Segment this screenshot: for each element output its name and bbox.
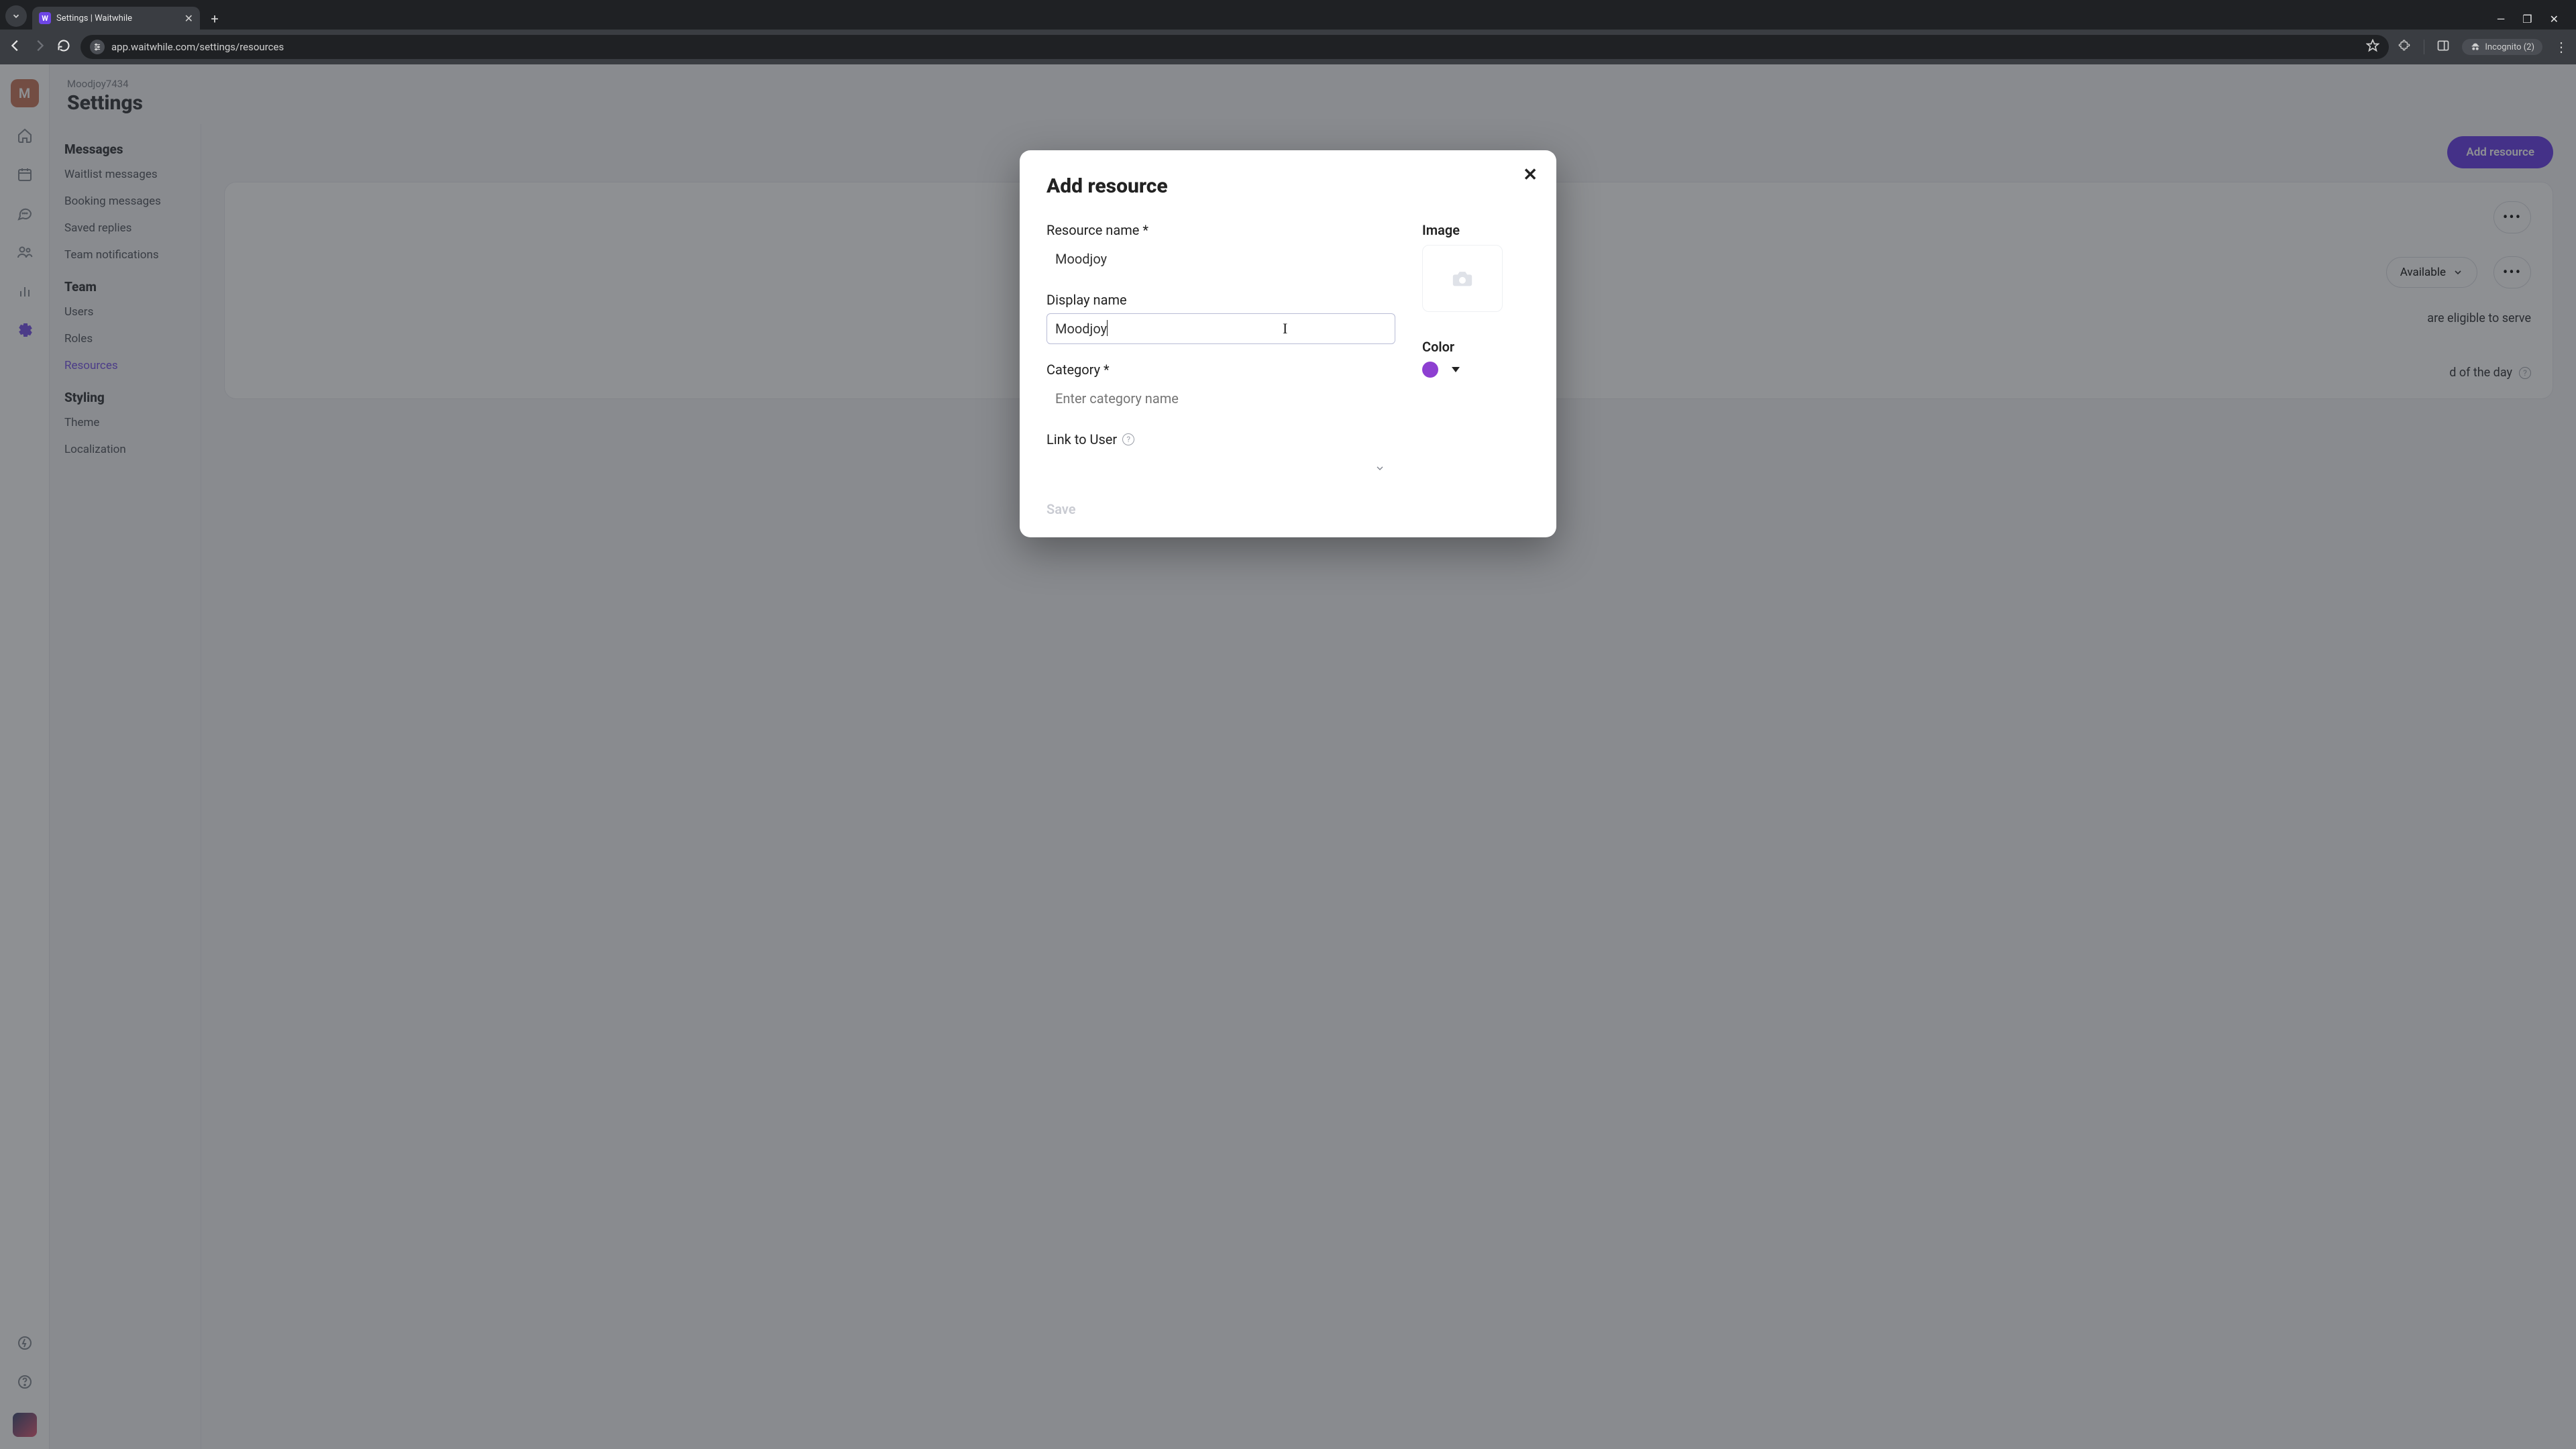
new-tab-button[interactable]: + (205, 9, 224, 28)
image-upload[interactable] (1422, 245, 1503, 312)
modal-close-button[interactable]: ✕ (1523, 165, 1538, 185)
save-button[interactable]: Save (1046, 501, 1075, 517)
maximize-button[interactable]: ❐ (2522, 13, 2532, 25)
browser-toolbar: app.waitwhile.com/settings/resources Inc… (0, 30, 2576, 64)
display-name-input[interactable] (1046, 313, 1395, 344)
category-label: Category * (1046, 362, 1395, 378)
url-text: app.waitwhile.com/settings/resources (111, 41, 284, 53)
link-user-select[interactable] (1046, 453, 1395, 484)
image-label: Image (1422, 222, 1529, 238)
tab-search-button[interactable] (5, 5, 27, 27)
browser-menu-button[interactable]: ⋮ (2555, 39, 2568, 55)
camera-icon (1449, 267, 1476, 290)
site-settings-icon[interactable] (90, 40, 105, 54)
extensions-button[interactable] (2398, 39, 2412, 55)
add-resource-modal: Add resource ✕ Resource name * Display n… (1020, 150, 1556, 537)
link-user-label: Link to User (1046, 431, 1117, 447)
forward-button[interactable] (32, 38, 47, 56)
color-swatch (1422, 362, 1438, 378)
dropdown-caret-icon (1452, 367, 1460, 372)
incognito-label: Incognito (2) (2485, 42, 2534, 52)
color-picker[interactable] (1422, 362, 1529, 378)
window-controls: ― ❐ ✕ (2497, 13, 2571, 30)
display-name-label: Display name (1046, 292, 1395, 308)
browser-tabstrip: W Settings | Waitwhile ✕ + ― ❐ ✕ (0, 0, 2576, 30)
minimize-button[interactable]: ― (2497, 13, 2506, 25)
tab-title: Settings | Waitwhile (56, 13, 179, 23)
app-viewport: M Moodjoy7434 Settings Messages Waitlist… (0, 64, 2576, 1449)
incognito-icon (2470, 42, 2481, 52)
modal-title: Add resource (1046, 174, 1529, 198)
back-button[interactable] (8, 38, 23, 56)
color-label: Color (1422, 339, 1529, 355)
incognito-badge[interactable]: Incognito (2) (2462, 39, 2542, 55)
sidepanel-button[interactable] (2436, 39, 2450, 55)
bookmark-button[interactable] (2366, 39, 2379, 55)
favicon-icon: W (39, 12, 51, 24)
chevron-down-icon (1375, 463, 1385, 474)
tab-close-button[interactable]: ✕ (184, 12, 193, 25)
address-bar[interactable]: app.waitwhile.com/settings/resources (80, 35, 2389, 59)
category-input[interactable] (1046, 383, 1395, 414)
close-window-button[interactable]: ✕ (2550, 13, 2559, 25)
chevron-down-icon (11, 11, 21, 21)
link-user-help-icon[interactable]: ? (1122, 433, 1134, 445)
text-cursor-icon: I (1283, 320, 1287, 337)
resource-name-label: Resource name * (1046, 222, 1395, 238)
browser-tab[interactable]: W Settings | Waitwhile ✕ (32, 7, 200, 30)
text-caret (1107, 320, 1108, 336)
reload-button[interactable] (56, 39, 71, 55)
resource-name-input[interactable] (1046, 244, 1395, 274)
